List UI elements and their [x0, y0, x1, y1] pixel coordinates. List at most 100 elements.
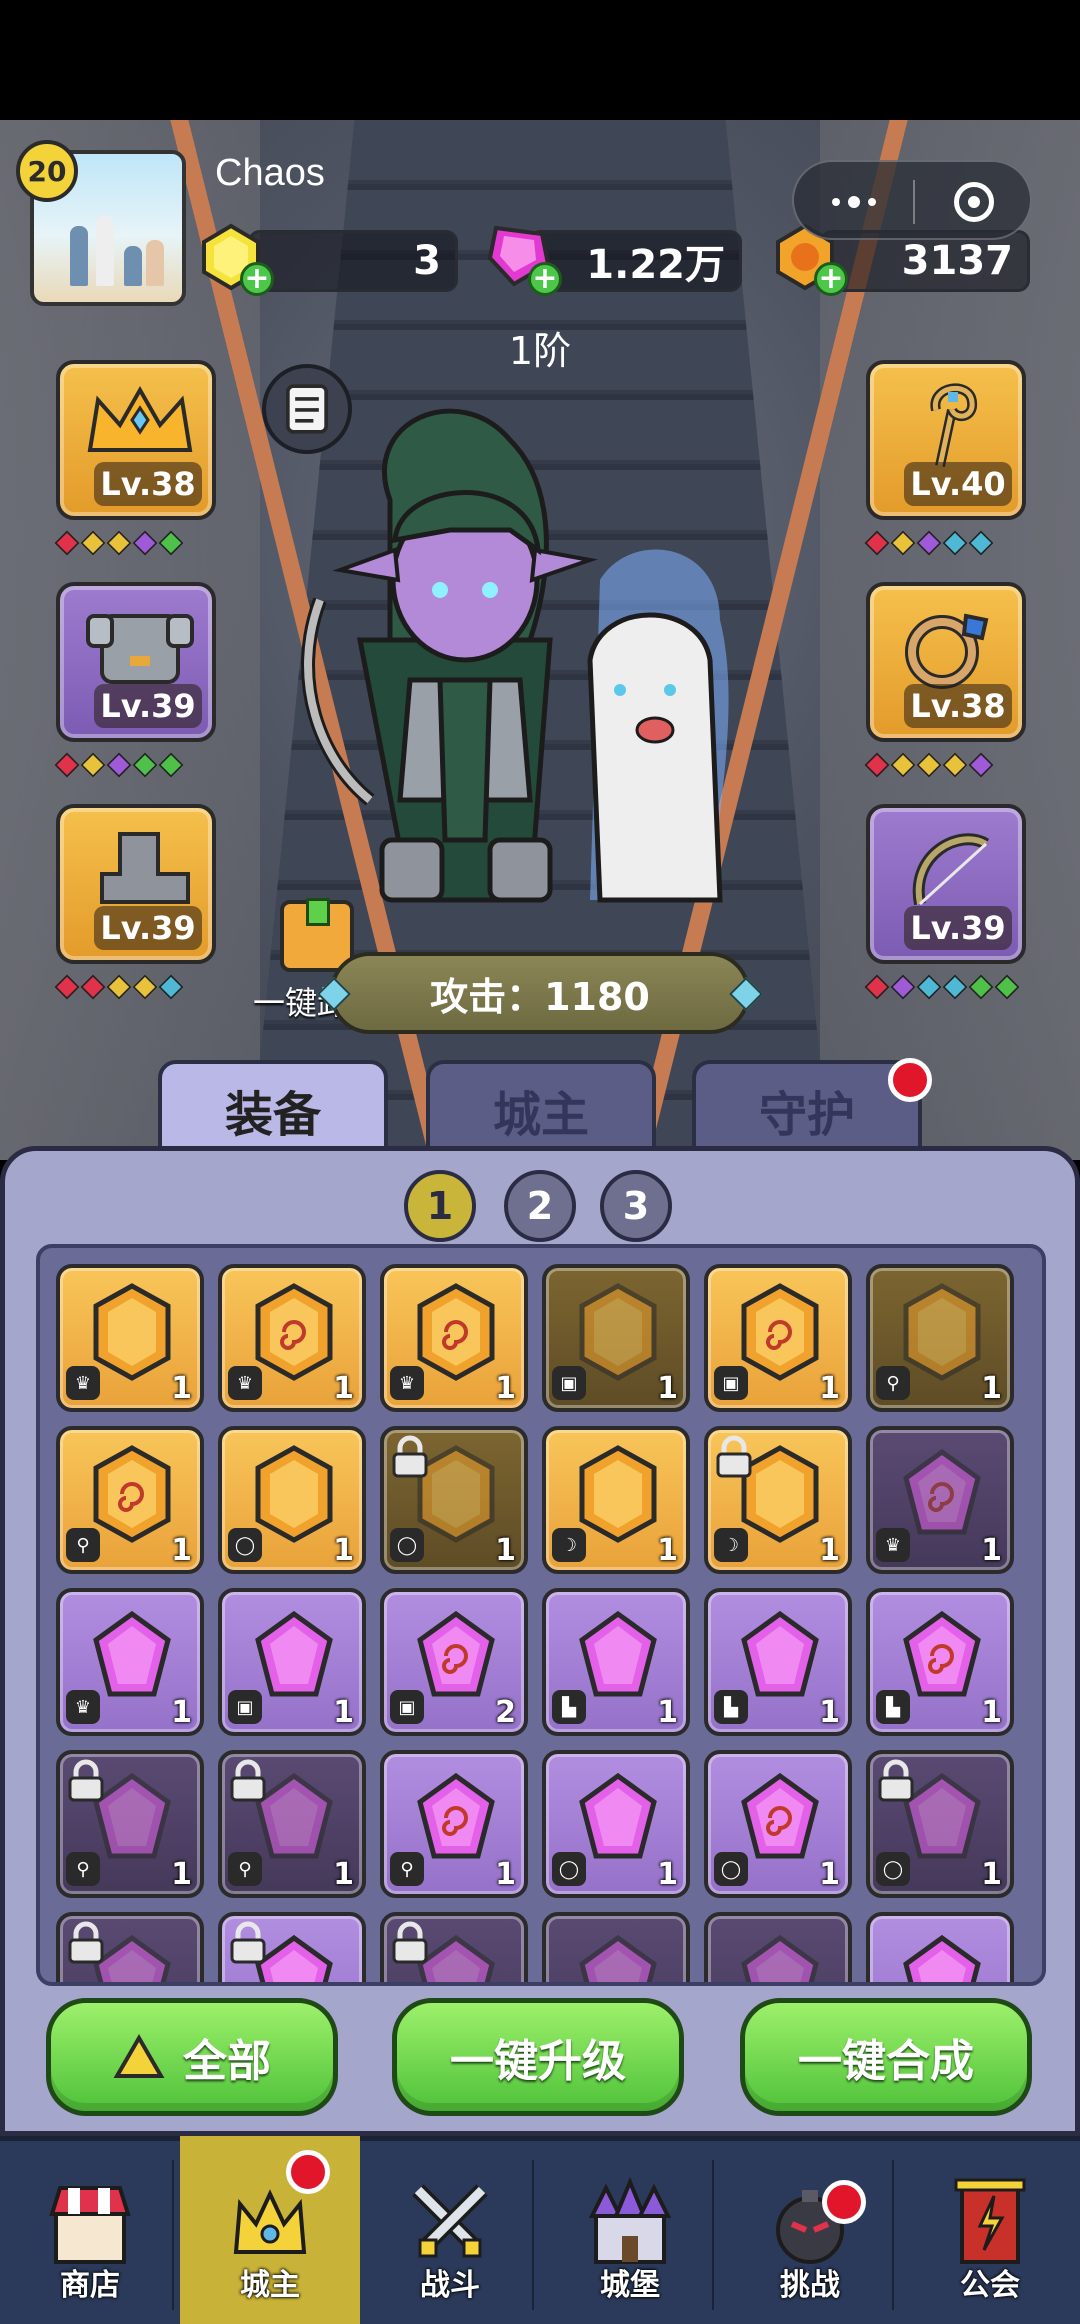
nav-shop[interactable]: 商店: [0, 2136, 180, 2324]
gem-slot[interactable]: ◯ 1: [542, 1750, 690, 1898]
equip-slot-ring[interactable]: Lv.38: [866, 582, 1026, 742]
gem-sockets: [54, 752, 184, 778]
gem-slot[interactable]: ⚲ 1: [380, 1750, 528, 1898]
gem-icon: [579, 1772, 657, 1859]
page-3-button[interactable]: 3: [600, 1170, 672, 1242]
nav-label: 挑战: [780, 2268, 840, 2303]
gem-icon: [903, 1610, 981, 1697]
slot-level: Lv.39: [904, 906, 1012, 950]
nav-challenge[interactable]: 挑战: [720, 2136, 900, 2324]
armor-type-icon: ▣: [552, 1366, 586, 1400]
nav-lord[interactable]: 城主: [180, 2136, 360, 2324]
gem-icon: [579, 1610, 657, 1697]
gem-sockets: [54, 974, 184, 1000]
gem-count: 1: [981, 1371, 1002, 1406]
nav-label: 城堡: [600, 2268, 660, 2303]
lock-icon: [392, 1921, 428, 1964]
gem-slot[interactable]: [866, 1912, 1014, 1982]
close-mini-program-icon[interactable]: [954, 182, 994, 222]
gem-slot[interactable]: ⚲ 1: [56, 1750, 204, 1898]
gem-slot[interactable]: ♛ 1: [56, 1588, 204, 1736]
upgrade-all-button[interactable]: 一键升级: [392, 1998, 684, 2116]
gem-icon: [93, 1283, 171, 1381]
gem-count: 1: [819, 1533, 840, 1568]
merge-all-button[interactable]: 一键合成: [740, 1998, 1032, 2116]
page-1-button[interactable]: 1: [404, 1170, 476, 1242]
gem-slot[interactable]: ◯ 1: [380, 1426, 528, 1574]
gem-count: 1: [657, 1695, 678, 1730]
boot-type-icon: ▙: [714, 1690, 748, 1724]
gem-slot[interactable]: [218, 1912, 366, 1982]
gem-slot[interactable]: ▣ 2: [380, 1588, 528, 1736]
gem-slot[interactable]: ▙ 1: [542, 1588, 690, 1736]
button-label: 一键升级: [450, 2036, 626, 2087]
gem-slot[interactable]: ♛ 1: [218, 1264, 366, 1412]
nav-battle[interactable]: 战斗: [360, 2136, 540, 2324]
gem-count: 1: [171, 1857, 192, 1892]
gem-slot[interactable]: ▙ 1: [866, 1588, 1014, 1736]
tab-equipment[interactable]: 装备: [158, 1060, 388, 1160]
add-gold-button[interactable]: +: [814, 262, 848, 296]
page-number: 3: [622, 1184, 650, 1228]
gem-slot[interactable]: ▣ 1: [218, 1588, 366, 1736]
gem-slot[interactable]: ☽ 1: [542, 1426, 690, 1574]
gem-sockets: [864, 752, 994, 778]
gem-slot[interactable]: ▙ 1: [704, 1588, 852, 1736]
more-options-icon[interactable]: [824, 186, 884, 218]
gem-icon: [417, 1283, 495, 1381]
gem-slot[interactable]: ♛ 1: [866, 1426, 1014, 1574]
gem-grid: ♛ 1 ♛ 1 ♛ 1 ▣ 1 ▣ 1 ⚲ 1 ⚲ 1 ◯ 1 ◯ 1 ☽ 1 ☽ 1 ♛ 1 ♛ 1 ▣ 1 ▣ 2 ▙ 1 ▙ 1 ▙ 1 ⚲ 1 ⚲ 1…: [36, 1244, 1046, 1986]
gem-slot[interactable]: ◯ 1: [218, 1426, 366, 1574]
gem-icon: [93, 1610, 171, 1697]
add-yellow-gem-button[interactable]: +: [240, 262, 274, 296]
gem-count: 1: [657, 1857, 678, 1892]
game-screen: 20 Chaos 3 + 1.22万 + 3137 + 1阶 Lv.38 Lv.…: [0, 0, 1080, 2324]
lock-icon: [68, 1759, 104, 1802]
staff-type-icon: ⚲: [390, 1852, 424, 1886]
gem-count: 1: [333, 1857, 354, 1892]
gem-slot[interactable]: [704, 1912, 852, 1982]
nav-guild[interactable]: 公会: [900, 2136, 1080, 2324]
gem-slot[interactable]: ▣ 1: [542, 1264, 690, 1412]
add-pink-gem-button[interactable]: +: [528, 262, 562, 296]
notification-dot: [888, 1058, 932, 1102]
staff-type-icon: ⚲: [66, 1528, 100, 1562]
triangle-icon: [113, 2034, 165, 2078]
gem-slot[interactable]: ◯ 1: [866, 1750, 1014, 1898]
tab-label: 装备: [224, 1087, 321, 1143]
equip-slot-bow[interactable]: Lv.39: [866, 804, 1026, 964]
gem-icon: [741, 1934, 819, 1982]
tab-lord[interactable]: 城主: [426, 1060, 656, 1160]
gem-count: 1: [333, 1695, 354, 1730]
gem-count: 1: [981, 1857, 1002, 1892]
tab-label: 城主: [492, 1087, 589, 1143]
nav-castle[interactable]: 城堡: [540, 2136, 720, 2324]
equip-slot-staff[interactable]: Lv.40: [866, 360, 1026, 520]
yellow-gem-counter: 3: [248, 230, 458, 292]
gem-icon: [903, 1934, 981, 1982]
gem-slot[interactable]: ♛ 1: [56, 1264, 204, 1412]
gem-icon: [579, 1934, 657, 1982]
gem-slot[interactable]: [380, 1912, 528, 1982]
equip-slot-crown[interactable]: Lv.38: [56, 360, 216, 520]
gem-slot[interactable]: ⚲ 1: [56, 1426, 204, 1574]
gem-slot[interactable]: [56, 1912, 204, 1982]
equip-slot-armor[interactable]: Lv.39: [56, 582, 216, 742]
lock-icon: [230, 1759, 266, 1802]
gem-slot[interactable]: [542, 1912, 690, 1982]
gem-icon: [255, 1445, 333, 1543]
pink-gem-value: 1.22万: [586, 242, 725, 288]
hero-character: [301, 408, 729, 903]
page-number: 1: [426, 1184, 454, 1228]
gem-slot[interactable]: ⚲ 1: [866, 1264, 1014, 1412]
staff-type-icon: ⚲: [876, 1366, 910, 1400]
gem-slot[interactable]: ◯ 1: [704, 1750, 852, 1898]
gem-slot[interactable]: ⚲ 1: [218, 1750, 366, 1898]
page-2-button[interactable]: 2: [504, 1170, 576, 1242]
filter-all-button[interactable]: 全部: [46, 1998, 338, 2116]
gem-slot[interactable]: ☽ 1: [704, 1426, 852, 1574]
slot-level: Lv.38: [904, 684, 1012, 728]
gem-slot[interactable]: ♛ 1: [380, 1264, 528, 1412]
gem-slot[interactable]: ▣ 1: [704, 1264, 852, 1412]
equip-slot-boot[interactable]: Lv.39: [56, 804, 216, 964]
